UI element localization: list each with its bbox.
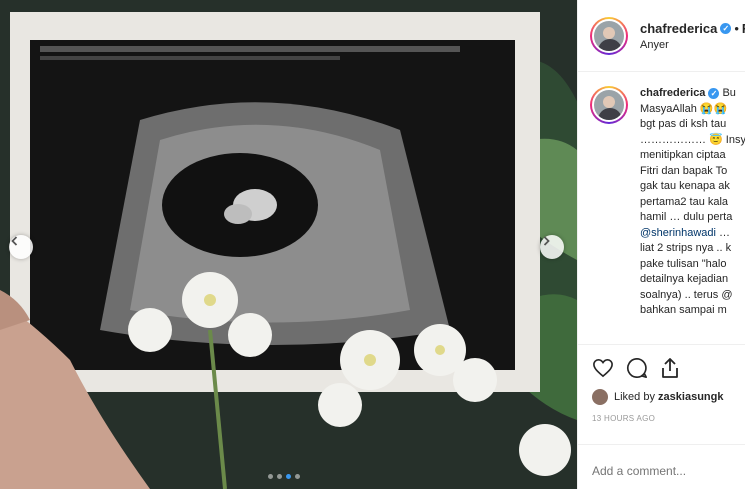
caption-section: chafrederica ✓ Bu MasyaAllah 😭😭 bgt pas di k…: [578, 72, 745, 344]
caption-line-text: Fitri dan bapak To: [640, 164, 728, 177]
chevron-left-icon: [11, 236, 18, 246]
post-photo[interactable]: [0, 0, 577, 489]
verified-badge-icon: ✓: [708, 88, 720, 99]
caption-line-text: pake tulisan "halo: [640, 257, 727, 270]
caption-line-text: soalnya) .. terus @: [640, 288, 733, 301]
caption-line-text: liat 2 strips nya .. k: [640, 242, 732, 254]
next-photo-button[interactable]: [540, 235, 564, 259]
carousel-indicator: [268, 474, 300, 479]
chevron-right-icon: [543, 236, 550, 246]
carousel-dot: [295, 474, 300, 479]
caption-line: pake tulisan "halo: [640, 257, 745, 273]
caption-line-text: pertama2 tau kala: [640, 195, 729, 208]
caption-line: menitipkan ciptaa: [640, 148, 745, 164]
comment-input[interactable]: [592, 464, 742, 478]
caption-line: liat 2 strips nya .. k: [640, 241, 745, 257]
caption-line: ……………… 😇 Insya: [640, 133, 745, 149]
separator: •: [734, 20, 739, 36]
caption-line: gak tau kenapa ak: [640, 179, 745, 195]
carousel-dot: [286, 474, 291, 479]
username-link[interactable]: chafrederica: [640, 21, 717, 36]
caption-line-text: detailnya kejadian: [640, 273, 729, 285]
caption-line: hamil … dulu perta: [640, 210, 745, 226]
carousel-dot: [277, 474, 282, 479]
caption-username-link[interactable]: chafrederica: [640, 87, 705, 99]
comment-icon[interactable]: [626, 357, 648, 379]
carousel-dot: [268, 474, 273, 479]
liked-prefix: Liked by: [614, 391, 655, 403]
share-icon[interactable]: [660, 357, 680, 379]
caption-line: chafrederica ✓ Bu: [640, 86, 745, 102]
ultrasound-photo-illustration: [0, 0, 577, 489]
caption-line: @sherinhawadi …: [640, 226, 745, 242]
caption-line: MasyaAllah 😭😭: [640, 102, 745, 118]
avatar[interactable]: [590, 16, 628, 55]
post-header: chafrederica ✓ • F Anyer: [578, 0, 745, 72]
caption-text: chafrederica ✓ Bu MasyaAllah 😭😭 bgt pas di k…: [640, 86, 745, 344]
caption-line: Fitri dan bapak To: [640, 164, 745, 180]
post-timestamp[interactable]: 13 HOURS AGO: [592, 414, 745, 423]
caption-line-text: Bu: [722, 87, 736, 99]
caption-avatar[interactable]: [590, 86, 628, 124]
liked-by-row: Liked by zaskiasungk: [592, 389, 745, 405]
caption-line: soalnya) .. terus @: [640, 288, 745, 304]
caption-line-text: bahkan sampai m: [640, 304, 727, 316]
caption-line: bahkan sampai m: [640, 303, 745, 319]
caption-line: bgt pas di ksh tau: [640, 117, 745, 133]
comment-form: [578, 444, 745, 489]
verified-badge-icon: ✓: [720, 22, 732, 34]
caption-line-text: hamil … dulu perta: [640, 211, 733, 223]
caption-line-text: bgt pas di ksh tau: [640, 118, 727, 130]
liked-user-link[interactable]: zaskiasungk: [658, 391, 723, 403]
mention-link[interactable]: @sherinhawadi: [640, 227, 716, 239]
liker-avatar[interactable]: [592, 389, 608, 405]
caption-line: detailnya kejadian: [640, 272, 745, 288]
heart-icon[interactable]: [592, 358, 614, 378]
caption-line-text: ……………… 😇 Insya: [640, 133, 745, 146]
previous-photo-button[interactable]: [9, 235, 33, 259]
post-side-panel: chafrederica ✓ • F Anyer chafrederica✓Bu…: [577, 0, 745, 489]
caption-line-text: MasyaAllah 😭😭: [640, 102, 728, 115]
location-link[interactable]: Anyer: [640, 39, 745, 51]
caption-line-text: gak tau kenapa ak: [640, 180, 730, 192]
caption-line-text: menitipkan ciptaa: [640, 149, 726, 161]
caption-line-text: …: [716, 226, 731, 239]
caption-line: pertama2 tau kala: [640, 195, 745, 211]
